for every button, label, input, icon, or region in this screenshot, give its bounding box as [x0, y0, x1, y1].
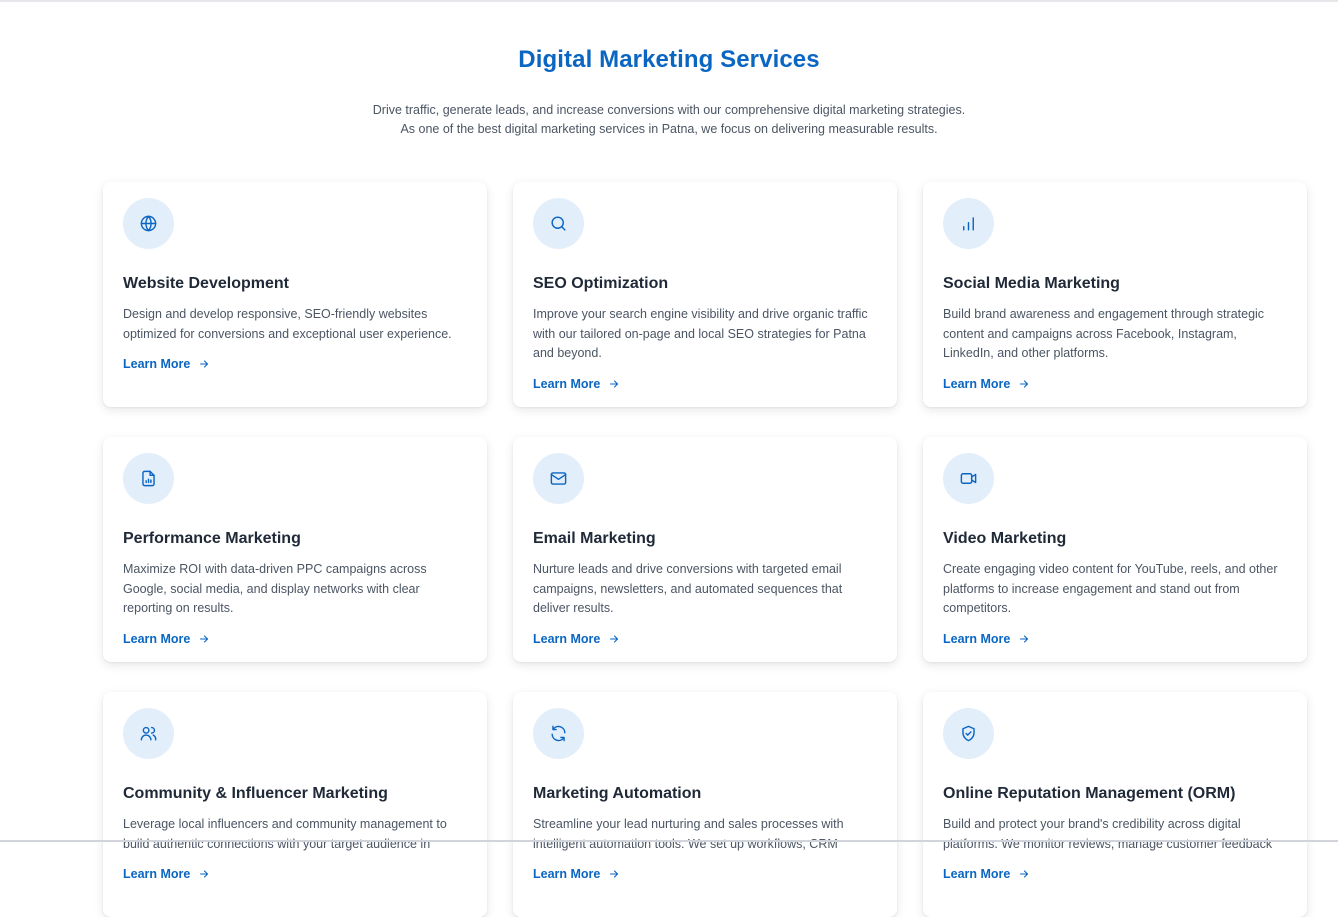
learn-more-link[interactable]: Learn More	[533, 867, 620, 881]
learn-more-label: Learn More	[123, 631, 191, 646]
services-grid: Website Development Design and develop r…	[103, 182, 1307, 917]
arrow-right-icon	[610, 870, 619, 878]
card-title: Performance Marketing	[123, 530, 301, 547]
card-title: Online Reputation Management (ORM)	[943, 785, 1236, 802]
search-icon	[533, 198, 584, 249]
learn-more-link[interactable]: Learn More	[533, 377, 620, 391]
service-card-community-influencer-marketing: Community & Influencer Marketing Leverag…	[103, 692, 487, 917]
service-card-performance-marketing: Performance Marketing Maximize ROI with …	[103, 437, 487, 662]
card-description: Maximize ROI with data-driven PPC campai…	[123, 562, 427, 615]
service-card-seo-optimization: SEO Optimization Improve your search eng…	[513, 182, 897, 407]
card-title: Marketing Automation	[533, 785, 702, 802]
learn-more-link[interactable]: Learn More	[123, 632, 210, 646]
learn-more-link[interactable]: Learn More	[943, 632, 1030, 646]
service-card-website-development: Website Development Design and develop r…	[103, 182, 487, 407]
service-card-video-marketing: Video Marketing Create engaging video co…	[923, 437, 1307, 662]
card-description: Nurture leads and drive conversions with…	[533, 562, 843, 615]
card-description: Leverage local influencers and community…	[123, 817, 447, 851]
learn-more-label: Learn More	[123, 357, 191, 371]
learn-more-link[interactable]: Learn More	[533, 632, 620, 646]
file-chart-icon	[123, 453, 174, 504]
card-title: Community & Influencer Marketing	[123, 785, 388, 802]
card-description: Build brand awareness and engagement thr…	[943, 307, 1265, 360]
arrow-right-icon	[1020, 870, 1029, 878]
service-card-social-media-marketing: Social Media Marketing Build brand aware…	[923, 182, 1307, 407]
learn-more-label: Learn More	[533, 376, 601, 391]
service-card-online-reputation-management: Online Reputation Management (ORM) Build…	[923, 692, 1307, 917]
service-card-email-marketing: Email Marketing Nurture leads and drive …	[513, 437, 897, 662]
arrow-right-icon	[610, 379, 619, 388]
arrow-right-icon	[200, 870, 209, 878]
learn-more-link[interactable]: Learn More	[943, 867, 1030, 881]
card-description: Improve your search engine visibility an…	[533, 307, 868, 360]
arrow-right-icon	[610, 634, 619, 643]
arrow-right-icon	[1020, 634, 1029, 643]
learn-more-label: Learn More	[943, 867, 1011, 881]
arrow-right-icon	[200, 634, 209, 643]
card-title: SEO Optimization	[533, 275, 669, 292]
shield-check-icon	[943, 708, 994, 759]
learn-more-label: Learn More	[123, 867, 191, 881]
bar-chart-icon	[943, 198, 994, 249]
subtitle-line-1: Drive traffic, generate leads, and incre…	[372, 103, 966, 117]
users-icon	[123, 708, 174, 759]
learn-more-link[interactable]: Learn More	[943, 377, 1030, 391]
learn-more-label: Learn More	[533, 867, 601, 881]
video-icon	[943, 453, 994, 504]
refresh-icon	[533, 708, 584, 759]
learn-more-link[interactable]: Learn More	[123, 357, 210, 371]
section-subtitle: Drive traffic, generate leads, and incre…	[369, 101, 969, 139]
card-description: Design and develop responsive, SEO-frien…	[123, 307, 452, 341]
learn-more-label: Learn More	[943, 631, 1011, 646]
card-title: Video Marketing	[943, 530, 1067, 547]
learn-more-label: Learn More	[533, 631, 601, 646]
card-description: Streamline your lead nurturing and sales…	[533, 817, 844, 851]
service-card-marketing-automation: Marketing Automation Streamline your lea…	[513, 692, 897, 917]
card-description: Build and protect your brand's credibili…	[943, 817, 1273, 851]
mail-icon	[533, 453, 584, 504]
section-title: Digital Marketing Services	[518, 46, 820, 73]
card-title: Website Development	[123, 275, 289, 292]
arrow-right-icon	[200, 360, 209, 368]
card-title: Social Media Marketing	[943, 275, 1120, 292]
learn-more-label: Learn More	[943, 376, 1011, 391]
arrow-right-icon	[1020, 379, 1029, 388]
services-section: Digital Marketing Services Drive traffic…	[0, 0, 1338, 917]
globe-icon	[123, 198, 174, 249]
subtitle-line-2: As one of the best digital marketing ser…	[400, 122, 938, 136]
card-description: Create engaging video content for YouTub…	[943, 562, 1278, 615]
learn-more-link[interactable]: Learn More	[123, 867, 210, 881]
card-title: Email Marketing	[533, 530, 656, 547]
